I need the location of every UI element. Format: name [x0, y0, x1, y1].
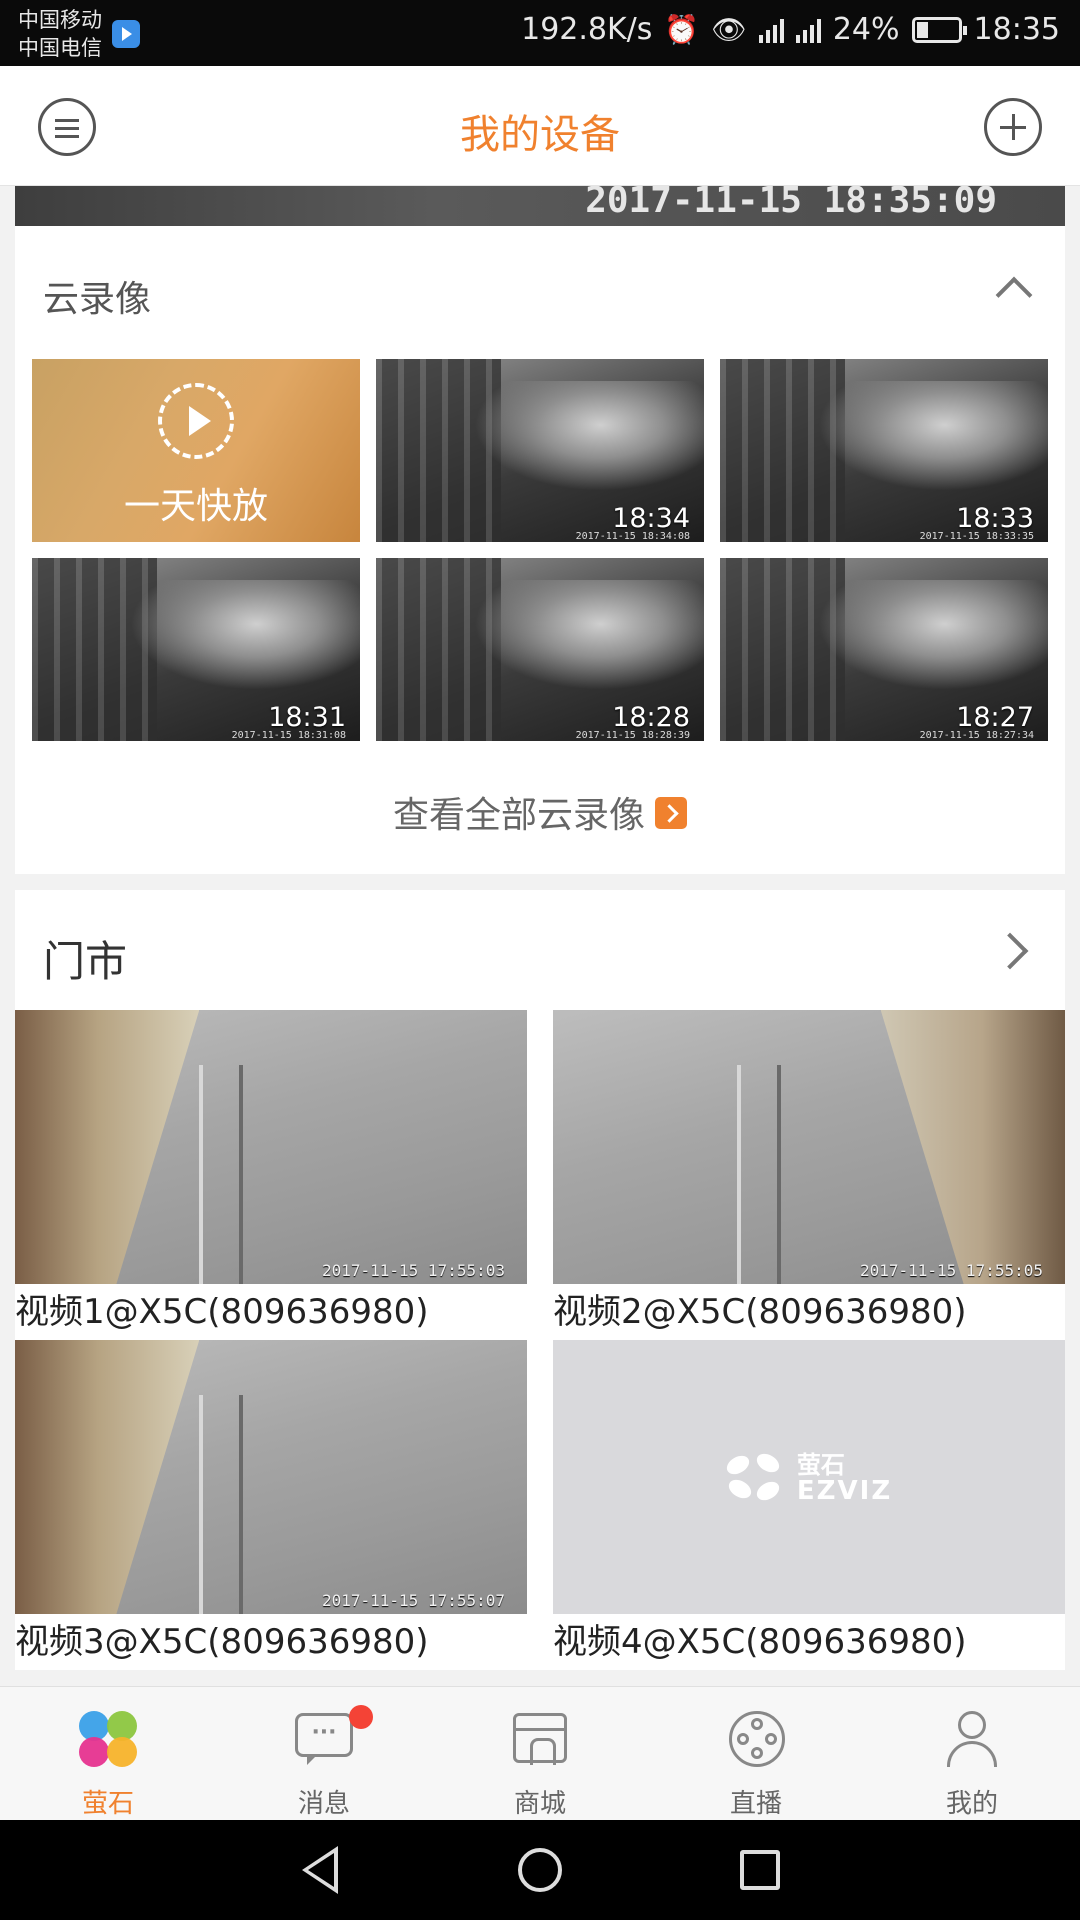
battery-percent: 24% — [832, 12, 900, 47]
ezviz-brand-en: EZVIZ — [796, 1476, 893, 1506]
video-tile[interactable]: 2017-11-15 17:55:03 视频1@X5C(809636980) — [15, 1010, 527, 1340]
video-tile[interactable]: 萤石 EZVIZ 视频4@X5C(809636980) — [553, 1340, 1065, 1670]
live-reel-icon — [723, 1709, 789, 1769]
device-group-title: 门市 — [43, 937, 128, 986]
network-speed: 192.8K/s — [521, 12, 653, 47]
app-header: 我的设备 — [0, 66, 1080, 186]
quick-play-label: 一天快放 — [123, 486, 268, 527]
ezviz-home-icon — [75, 1709, 141, 1769]
nav-label: 我的 — [945, 1789, 998, 1819]
video-tile[interactable]: 2017-11-15 17:55:05 视频2@X5C(809636980) — [553, 1010, 1065, 1340]
status-bar: 中国移动 中国电信 192.8K/s ⏰ 👁 24% 18:35 — [0, 0, 1080, 66]
collapse-chevron-icon[interactable] — [995, 276, 1033, 314]
view-all-label: 查看全部云录像 — [392, 795, 645, 836]
quick-play-icon — [158, 383, 234, 459]
view-all-cloud-link[interactable]: 查看全部云录像 — [15, 786, 1065, 838]
clip-time: 18:31 — [268, 702, 346, 733]
nav-label: 商城 — [513, 1789, 566, 1819]
nav-label: 消息 — [297, 1789, 350, 1819]
page-title: 我的设备 — [460, 112, 620, 158]
nav-item-live[interactable]: 直播 — [648, 1687, 864, 1820]
nav-item-messages[interactable]: 消息 — [216, 1687, 432, 1820]
nav-label: 直播 — [729, 1789, 782, 1819]
carrier-2: 中国电信 — [18, 36, 102, 60]
video-stamp: 2017-11-15 17:55:07 — [321, 1591, 505, 1610]
cloud-clip-thumbnail[interactable]: 18:33 2017-11-15 18:33:35 — [720, 359, 1048, 542]
signal-2g-icon — [758, 17, 784, 43]
device-group-header[interactable]: 门市 — [15, 890, 1065, 1010]
live-timestamp: 2017-11-15 18:35:09 — [585, 186, 997, 221]
video-thumbnail: 2017-11-15 17:55:03 — [15, 1010, 527, 1284]
cloud-clip-thumbnail[interactable]: 18:34 2017-11-15 18:34:08 — [376, 359, 704, 542]
recent-apps-icon[interactable] — [740, 1850, 780, 1890]
cloud-recording-title: 云录像 — [43, 279, 152, 320]
ezviz-logo-icon — [723, 1450, 786, 1504]
clip-stamp: 2017-11-15 18:33:35 — [919, 531, 1034, 542]
video-label: 视频3@X5C(809636980) — [15, 1622, 429, 1662]
video-stamp: 2017-11-15 17:55:03 — [321, 1261, 505, 1280]
video-thumbnail: 2017-11-15 17:55:07 — [15, 1340, 527, 1614]
clip-time: 18:33 — [956, 503, 1034, 534]
video-app-icon — [112, 20, 140, 48]
clip-stamp: 2017-11-15 18:28:39 — [575, 730, 690, 741]
video-tile[interactable]: 2017-11-15 17:55:07 视频3@X5C(809636980) — [15, 1340, 527, 1670]
alarm-icon: ⏰ — [664, 13, 700, 46]
eye-icon: 👁 — [711, 13, 747, 46]
cloud-recording-card: 云录像 一天快放 18:34 2017-11-15 18:34:08 18:33… — [15, 226, 1065, 874]
nav-label: 萤石 — [81, 1789, 134, 1819]
status-indicators: 192.8K/s ⏰ 👁 24% 18:35 — [521, 12, 1060, 47]
clip-stamp: 2017-11-15 18:34:08 — [575, 531, 690, 542]
system-nav-bar — [0, 1820, 1080, 1920]
home-icon[interactable] — [518, 1848, 562, 1892]
video-placeholder: 萤石 EZVIZ — [553, 1340, 1065, 1614]
cloud-clip-thumbnail[interactable]: 18:27 2017-11-15 18:27:34 — [720, 558, 1048, 741]
cloud-clip-thumbnail[interactable]: 18:31 2017-11-15 18:31:08 — [32, 558, 360, 741]
nav-item-ezviz[interactable]: 萤石 — [0, 1687, 216, 1820]
nav-item-store[interactable]: 商城 — [432, 1687, 648, 1820]
video-label: 视频1@X5C(809636980) — [15, 1292, 429, 1332]
unread-badge — [349, 1705, 373, 1729]
profile-icon — [939, 1709, 1005, 1769]
clock: 18:35 — [973, 12, 1060, 47]
cloud-clip-thumbnail[interactable]: 18:28 2017-11-15 18:28:39 — [376, 558, 704, 741]
clip-time: 18:34 — [612, 503, 690, 534]
clip-stamp: 2017-11-15 18:31:08 — [231, 730, 346, 741]
video-thumbnail: 2017-11-15 17:55:05 — [553, 1010, 1065, 1284]
live-preview-strip[interactable]: 2017-11-15 18:35:09 — [15, 186, 1065, 226]
video-label: 视频2@X5C(809636980) — [553, 1292, 967, 1332]
clip-time: 18:28 — [612, 702, 690, 733]
ezviz-logo: 萤石 EZVIZ — [553, 1450, 1065, 1506]
back-icon[interactable] — [298, 1846, 338, 1894]
chevron-right-icon — [991, 932, 1029, 970]
bottom-nav: 萤石 消息 商城 直播 我的 — [0, 1686, 1080, 1820]
ezviz-brand-cn: 萤石 — [796, 1451, 845, 1479]
store-icon — [507, 1709, 573, 1769]
clip-stamp: 2017-11-15 18:27:34 — [919, 730, 1034, 741]
message-icon — [291, 1705, 373, 1769]
carrier-info: 中国移动 中国电信 — [18, 6, 102, 62]
clip-time: 18:27 — [956, 702, 1034, 733]
quick-play-tile[interactable]: 一天快放 — [32, 359, 360, 542]
nav-item-profile[interactable]: 我的 — [864, 1687, 1080, 1820]
device-group-card: 门市 2017-11-15 17:55:03 视频1@X5C(809636980… — [15, 890, 1065, 1670]
video-stamp: 2017-11-15 17:55:05 — [859, 1261, 1043, 1280]
add-device-button[interactable] — [984, 98, 1042, 156]
arrow-right-icon — [655, 797, 687, 829]
signal-4g-icon — [795, 17, 821, 43]
battery-icon — [911, 16, 967, 43]
carrier-1: 中国移动 — [18, 8, 102, 32]
video-label: 视频4@X5C(809636980) — [553, 1622, 967, 1662]
